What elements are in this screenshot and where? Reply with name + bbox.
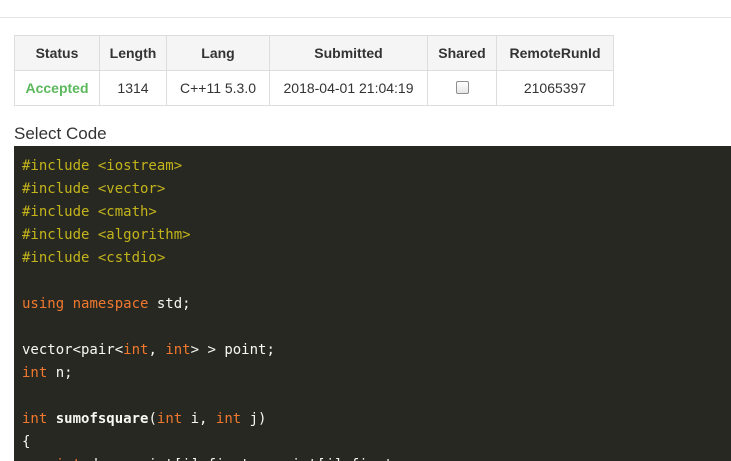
code-line: #include <cstdio> xyxy=(22,247,401,270)
code-token: int xyxy=(156,411,183,427)
source-code-lines: #include <iostream> #include <vector> #inc… xyxy=(22,155,401,461)
code-line: vector<pair<int, int> > point; xyxy=(22,339,401,362)
header-submitted: Submitted xyxy=(269,35,428,71)
code-token: int xyxy=(22,365,48,381)
code-line: #include <algorithm> xyxy=(22,224,401,247)
code-token: > > point; xyxy=(190,342,275,358)
code-token: using xyxy=(22,296,65,312)
source-code-panel[interactable]: #include <iostream> #include <vector> #inc… xyxy=(14,146,731,461)
code-token: int xyxy=(22,411,48,427)
code-token: j) xyxy=(241,411,267,427)
code-token: int xyxy=(215,411,242,427)
code-token: , xyxy=(148,342,166,358)
code-token: #include <vector> xyxy=(22,181,166,197)
code-token: std; xyxy=(148,296,191,312)
code-line: { xyxy=(22,431,401,454)
header-status: Status xyxy=(14,35,100,71)
code-line: #include <vector> xyxy=(22,178,401,201)
shared-checkbox[interactable] xyxy=(455,80,469,94)
code-token: { xyxy=(22,434,31,450)
code-line: int sumofsquare(int i, int j) xyxy=(22,408,401,431)
table-row: Accepted 1314 C++11 5.3.0 2018-04-01 21:… xyxy=(14,70,614,106)
code-token: ( xyxy=(148,411,157,427)
code-token: n; xyxy=(47,365,73,381)
header-shared: Shared xyxy=(427,35,497,71)
table-header-row: Status Length Lang Submitted Shared Remo… xyxy=(14,35,614,71)
length-cell: 1314 xyxy=(99,70,167,106)
code-token: i, xyxy=(182,411,216,427)
code-token: namespace xyxy=(72,296,149,312)
code-token: #include <algorithm> xyxy=(22,227,191,243)
status-accepted-label: Accepted xyxy=(25,80,89,96)
code-token: dx = point[i].first - point[j].first; xyxy=(81,457,401,461)
header-length: Length xyxy=(99,35,167,71)
code-token: #include <cmath> xyxy=(22,204,157,220)
status-cell: Accepted xyxy=(14,70,100,106)
top-divider xyxy=(0,17,731,18)
code-line: #include <cmath> xyxy=(22,201,401,224)
code-token: int xyxy=(123,342,149,358)
remote-run-id-cell: 21065397 xyxy=(496,70,614,106)
code-token: int xyxy=(56,457,81,461)
code-token: int xyxy=(165,342,191,358)
lang-cell: C++11 5.3.0 xyxy=(166,70,270,106)
shared-cell xyxy=(427,70,497,106)
code-line: int dx = point[i].first - point[j].first… xyxy=(22,454,402,461)
code-line: using namespace std; xyxy=(22,293,401,316)
header-lang: Lang xyxy=(166,35,270,71)
code-line: int n; xyxy=(22,362,401,385)
code-line: #include <iostream> xyxy=(22,155,401,178)
code-token: vector<pair< xyxy=(22,342,124,358)
submission-table: Status Length Lang Submitted Shared Remo… xyxy=(14,35,614,106)
code-token: #include <cstdio> xyxy=(22,250,166,266)
code-token: sumofsquare xyxy=(55,411,149,427)
select-code-link[interactable]: Select Code xyxy=(14,124,107,144)
submission-page: Status Length Lang Submitted Shared Remo… xyxy=(0,0,731,461)
submitted-cell: 2018-04-01 21:04:19 xyxy=(269,70,428,106)
header-remote-run-id: RemoteRunId xyxy=(496,35,614,71)
code-token: #include <iostream> xyxy=(22,158,183,174)
